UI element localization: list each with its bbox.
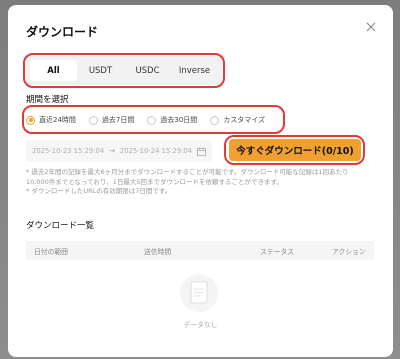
period-option-custom[interactable]: カスタマイズ <box>210 115 265 125</box>
tab-usdt[interactable]: USDT <box>77 60 124 81</box>
download-now-button[interactable]: 今すぐダウンロード(0/10) <box>229 139 361 161</box>
note-line: * 過去2年間の記録を最大6ヶ月分までダウンロードすることが可能です。ダウンロー… <box>26 168 349 176</box>
period-option-label: 過去7日間 <box>101 116 135 124</box>
period-option-label: カスタマイズ <box>223 116 266 124</box>
calendar-icon <box>197 147 206 156</box>
period-option-label: 直近24時間 <box>39 116 76 124</box>
column-sent-time: 送信時間 <box>144 247 172 256</box>
period-option-label: 過去30日間 <box>160 116 198 124</box>
column-status: ステータス <box>260 247 294 256</box>
radio-icon <box>88 115 98 125</box>
tab-inverse[interactable]: Inverse <box>171 60 218 81</box>
download-list-title: ダウンロード一覧 <box>26 221 95 231</box>
modal-title: ダウンロード <box>26 25 99 39</box>
download-modal: ダウンロード All USDT USDC Inverse 期間を選択 直近24時… <box>8 5 393 357</box>
download-list-header: 日付の範囲 送信時間 ステータス アクション <box>26 241 374 260</box>
period-label: 期間を選択 <box>26 95 69 105</box>
market-tabs: All USDT USDC Inverse <box>26 56 222 85</box>
empty-data-label: データなし <box>183 321 218 329</box>
empty-data-icon <box>180 274 218 312</box>
date-range-picker[interactable]: 2025-10-23 15:29:04 → 2025-10-24 15:29:0… <box>26 140 212 162</box>
date-start: 2025-10-23 15:29:04 <box>32 147 105 155</box>
radio-selected-icon <box>26 115 35 125</box>
period-option-24h[interactable]: 直近24時間 <box>26 115 76 125</box>
note-line: 10,000件までとなっており、1日最大5回までダウンロードを依頼することができ… <box>26 177 283 186</box>
tab-all[interactable]: All <box>30 60 77 81</box>
note-line: * ダウンロードしたURLの有効期限は7日間です。 <box>26 187 172 195</box>
tab-usdc[interactable]: USDC <box>124 60 171 81</box>
arrow-right-icon: → <box>109 147 115 155</box>
radio-icon <box>147 115 157 125</box>
period-options: 直近24時間 過去7日間 過去30日間 カスタマイズ <box>26 111 284 129</box>
period-option-30d[interactable]: 過去30日間 <box>147 115 197 125</box>
radio-icon <box>210 115 220 125</box>
period-option-7d[interactable]: 過去7日間 <box>88 115 135 125</box>
close-button[interactable] <box>363 19 379 35</box>
close-icon <box>366 22 376 32</box>
date-end: 2025-10-24 15:29:04 <box>119 147 193 155</box>
column-action: アクション <box>332 247 366 256</box>
download-notes: * 過去2年間の記録を最大6ヶ月分までダウンロードすることが可能です。ダウンロー… <box>26 168 376 197</box>
column-date-range: 日付の範囲 <box>34 247 68 256</box>
